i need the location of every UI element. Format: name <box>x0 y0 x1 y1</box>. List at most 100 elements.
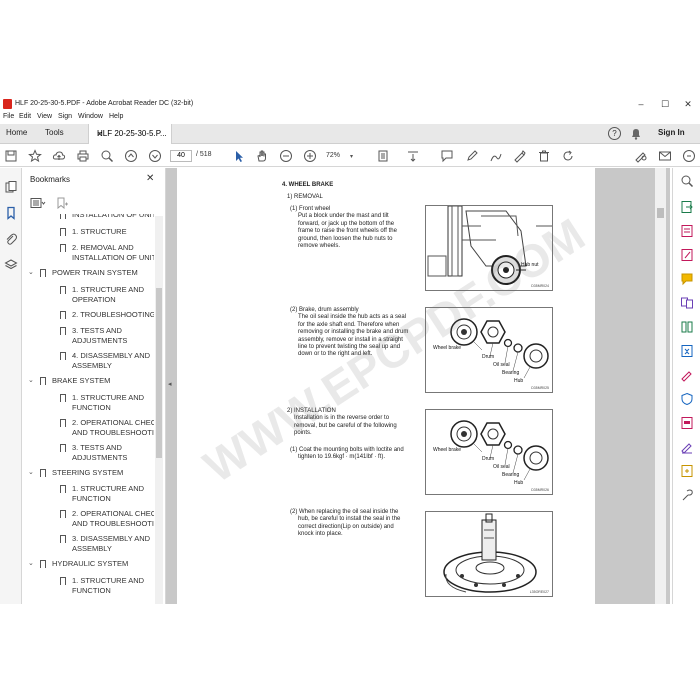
bookmark-label: 3. TESTS AND <box>72 442 122 452</box>
sign-icon[interactable] <box>513 149 527 163</box>
attachment-icon[interactable] <box>4 232 18 246</box>
layers-icon[interactable] <box>4 258 18 272</box>
compress-pdf-icon[interactable] <box>680 344 694 358</box>
document-scrollbar[interactable] <box>655 168 666 604</box>
bookmark-icon <box>60 418 66 427</box>
bookmark-icon <box>60 227 66 236</box>
zoom-chevron-down-icon[interactable]: ▾ <box>350 153 353 160</box>
edit-pdf-icon[interactable] <box>680 248 694 262</box>
bookmark-icon <box>60 510 66 518</box>
collapse-panel-arrow[interactable]: ◂ <box>168 380 172 388</box>
scroll-mode-icon[interactable] <box>406 149 420 163</box>
bookmark-options-icon[interactable] <box>30 196 46 208</box>
menu-file[interactable]: File <box>3 113 14 120</box>
delete-icon[interactable] <box>537 149 551 163</box>
bookmark-icon <box>40 468 46 477</box>
minimize-button[interactable]: – <box>634 98 648 110</box>
fill-sign-icon[interactable] <box>634 149 648 163</box>
bookmark-label: 1. STRUCTURE AND <box>72 575 145 585</box>
menu-sign[interactable]: Sign <box>58 113 72 120</box>
page-total: / 518 <box>196 151 212 158</box>
combine-files-icon[interactable] <box>680 296 694 310</box>
protect-icon[interactable] <box>680 392 694 406</box>
bookmarks-panel-title: Bookmarks <box>30 175 71 184</box>
upload-cloud-icon[interactable] <box>52 149 66 163</box>
bookmark-label: HYDRAULIC SYSTEM <box>52 559 129 568</box>
right-tools-rail <box>672 168 700 604</box>
organize-pages-icon[interactable] <box>680 320 694 334</box>
bookmarks-scroll-thumb[interactable] <box>156 288 162 458</box>
maximize-button[interactable]: ☐ <box>658 98 672 110</box>
export-pdf-icon[interactable] <box>680 200 694 214</box>
sign-in-button[interactable]: Sign In <box>658 128 685 137</box>
rotate-icon[interactable] <box>561 149 575 163</box>
star-icon[interactable] <box>28 149 42 163</box>
print-icon[interactable] <box>76 149 90 163</box>
bookmark-label: BRAKE SYSTEM <box>52 376 111 385</box>
search-icon[interactable] <box>100 149 114 163</box>
select-cursor-icon[interactable] <box>232 149 246 163</box>
chevron-down-icon[interactable]: ⌄ <box>28 559 34 569</box>
redact-icon[interactable] <box>680 416 694 430</box>
comment-icon[interactable] <box>440 149 454 163</box>
tab-tools[interactable]: Tools <box>45 128 64 137</box>
fill-and-sign-icon[interactable] <box>680 368 694 382</box>
bookmark-label-continued: ADJUSTMENTS <box>72 452 128 462</box>
menu-view[interactable]: View <box>37 113 52 120</box>
comment-icon[interactable] <box>680 272 694 286</box>
bookmark-label-continued: AND TROUBLESHOOTING <box>72 427 154 437</box>
tab-bar: Home Tools HLF 20-25-30-5.P... × ? Sign … <box>0 124 700 144</box>
chevron-down-icon[interactable]: ⌄ <box>28 268 34 278</box>
tab-home[interactable]: Home <box>6 128 27 137</box>
acrobat-app-icon <box>3 99 12 109</box>
zoom-in-icon[interactable] <box>303 149 317 163</box>
bookmark-list: INSTALLATION OF UNIT 1. STRUCTURE 2. REMOV… <box>22 214 154 602</box>
bookmark-icon <box>60 244 66 252</box>
next-page-icon[interactable] <box>148 149 162 163</box>
bookmarks-scrollbar[interactable] <box>155 216 163 604</box>
more-tools-icon[interactable] <box>680 464 694 478</box>
help-icon[interactable]: ? <box>608 127 621 140</box>
bookmark-icon <box>60 352 66 360</box>
draw-icon[interactable] <box>489 149 503 163</box>
bell-icon[interactable] <box>630 127 642 140</box>
share-link-icon[interactable] <box>682 149 696 163</box>
create-pdf-icon[interactable] <box>680 224 694 238</box>
menu-bar: File Edit View Sign Window Help <box>0 112 700 124</box>
close-window-button[interactable]: ✕ <box>681 98 695 110</box>
chevron-down-icon[interactable]: ⌄ <box>28 376 34 386</box>
tools-menu-icon[interactable] <box>680 488 694 502</box>
page-number-input[interactable]: 40 <box>170 150 192 162</box>
search-icon[interactable] <box>680 174 694 188</box>
bookmarks-panel: Bookmarks ✕ INSTALLATION OF UNIT 1. STRUC… <box>22 168 166 604</box>
page-thumbnails-icon[interactable] <box>4 180 18 194</box>
bookmark-icon <box>40 377 46 385</box>
zoom-out-icon[interactable] <box>279 149 293 163</box>
bookmark-label: 3. TESTS AND <box>72 326 122 335</box>
previous-page-icon[interactable] <box>124 149 138 163</box>
close-panel-icon[interactable]: ✕ <box>146 173 154 184</box>
document-scroll-thumb[interactable] <box>657 208 664 218</box>
email-icon[interactable] <box>658 149 672 163</box>
bookmarks-icon[interactable] <box>4 206 18 220</box>
bookmark-label-continued: OPERATION <box>72 294 116 304</box>
bookmark-label: INSTALLATION OF UNIT <box>72 214 154 219</box>
add-bookmark-icon[interactable] <box>56 196 68 210</box>
send-for-signature-icon[interactable] <box>680 440 694 454</box>
save-icon[interactable] <box>4 149 18 163</box>
bookmark-label: 2. OPERATIONAL CHECKS <box>72 509 154 518</box>
hand-tool-icon[interactable] <box>255 149 269 163</box>
menu-help[interactable]: Help <box>109 113 123 120</box>
menu-window[interactable]: Window <box>78 113 103 120</box>
chevron-down-icon[interactable]: ⌄ <box>28 468 34 478</box>
close-tab-icon[interactable]: × <box>97 129 102 139</box>
menu-edit[interactable]: Edit <box>19 113 31 120</box>
window-title: HLF 20-25-30-5.PDF - Adobe Acrobat Reade… <box>15 100 194 107</box>
tab-document[interactable]: HLF 20-25-30-5.P... × <box>88 124 172 144</box>
highlight-pen-icon[interactable] <box>465 149 479 163</box>
bookmark-icon <box>60 214 66 219</box>
document-viewport[interactable]: 4. WHEEL BRAKE 1) REMOVAL (1) Front whee… <box>166 168 670 604</box>
bookmark-label: 1. STRUCTURE AND <box>72 484 145 493</box>
bookmark-label-continued: FUNCTION <box>72 585 111 595</box>
fit-page-icon[interactable] <box>376 149 390 163</box>
